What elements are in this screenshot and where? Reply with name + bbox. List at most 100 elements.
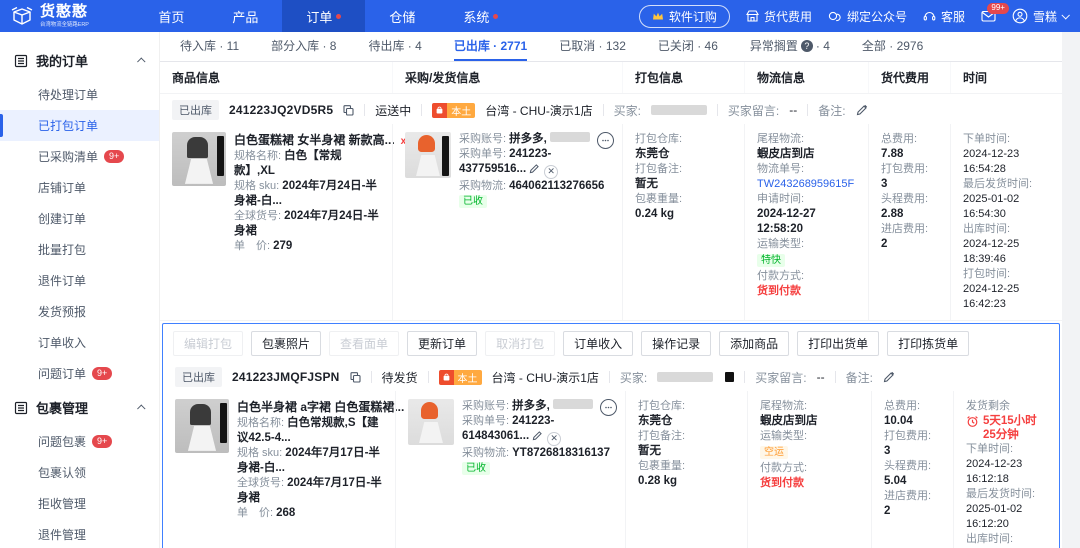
nav-menu-item[interactable]: 产品 (208, 0, 282, 32)
sidebar-item[interactable]: 店铺订单 (0, 172, 159, 203)
sidebar-item[interactable]: 批量打包 (0, 234, 159, 265)
account-blurred (552, 399, 593, 409)
sidebar-item-label: 发货预报 (38, 305, 87, 319)
apply-time: 2024-12-27 12:58:20 (757, 208, 816, 235)
pack-weight: 0.24 kg (635, 208, 674, 220)
software-order-button[interactable]: 软件订购 (638, 4, 730, 28)
last-ship-time: 2025-01-02 16:12:20 (966, 503, 1023, 530)
messages-button[interactable]: 99+ (981, 3, 1009, 22)
last-mile-carrier: 蝦皮店到店 (760, 415, 818, 427)
sidebar-item[interactable]: 订单收入 (0, 327, 159, 358)
order-card-1: 已出库 241223JQ2VD5R5 运送中 本土 台湾 - CHU-演示1店 … (160, 94, 1062, 321)
local-shop-badge: 本土 (432, 102, 476, 118)
nav-menu-item[interactable]: 仓储 (365, 0, 439, 32)
sidebar-item[interactable]: 包裹认领 (0, 457, 159, 488)
sidebar-item[interactable]: 创建订单 (0, 203, 159, 234)
tab-label: 待入库 · 11 (180, 39, 240, 53)
sidebar-item[interactable]: 拒收管理 (0, 488, 159, 519)
toolbar-button[interactable]: 操作记录 (641, 331, 712, 356)
toolbar-button[interactable]: 编辑打包 (173, 331, 244, 356)
received-badge: 已收 (459, 194, 487, 208)
sidebar-item-label: 店铺订单 (38, 181, 87, 195)
purchase-account: 拼多多, (509, 133, 547, 145)
table-header-cell: 时间 (950, 62, 1062, 93)
sidebar-item-label: 退件订单 (38, 274, 87, 288)
first-leg-fee: 5.04 (884, 475, 907, 487)
packing-cell: 打包仓库: 东莞仓 打包备注: 暂无 包裹重量: 0.28 kg (625, 391, 747, 548)
sidebar-section-header[interactable]: 包裹管理 (0, 389, 159, 426)
freight-fee-link[interactable]: 货代费用 (745, 8, 812, 25)
status-tab[interactable]: 已取消 · 132 (559, 32, 626, 61)
nav-menu-item[interactable]: 首页 (134, 0, 208, 32)
purchase-product-image[interactable] (405, 132, 451, 178)
sidebar-item[interactable]: 问题订单 9+ (0, 358, 159, 389)
status-tab[interactable]: 待入库 · 11 (180, 32, 239, 61)
product-image[interactable] (172, 132, 226, 186)
nav-menu-item[interactable]: 系统 (439, 0, 522, 32)
sidebar-item[interactable]: 退件订单 (0, 265, 159, 296)
remark-label: 备注: (845, 370, 873, 385)
toolbar-button[interactable]: 取消打包 (485, 331, 556, 356)
tab-label: 待出库 · 4 (368, 39, 422, 53)
toolbar-button[interactable]: 更新订单 (407, 331, 478, 356)
payment-method: 货到付款 (760, 477, 804, 489)
chevron-up-icon (137, 56, 146, 66)
status-tab[interactable]: 已出库 · 2771 (453, 32, 528, 61)
order-2-toolbar: 编辑打包 包裹照片 查看面单 更新订单 取消打包 订单收入 操作记录 添加商品 … (163, 324, 1059, 361)
tab-label: 异常搁置 (749, 39, 798, 53)
status-tab[interactable]: 全部 · 2976 (862, 32, 923, 61)
user-menu[interactable]: 雪糕 (1012, 8, 1070, 25)
product-cell: 白色蛋糕裙 女半身裙 新款高... x1 规格名称: 白色【常规款】,XL 规格… (160, 124, 416, 320)
toolbar-button[interactable]: 打印出货单 (797, 331, 880, 356)
toolbar-button[interactable]: 打印拣货单 (887, 331, 970, 356)
sidebar-item[interactable]: 已打包订单 (0, 110, 159, 141)
tracking-number-link[interactable]: TW243268959615F (757, 177, 856, 192)
sidebar-section-header[interactable]: 我的订单 (0, 42, 159, 79)
product-title[interactable]: 白色蛋糕裙 女半身裙 新款高... x1 (234, 132, 416, 149)
copy-icon[interactable] (343, 104, 354, 116)
purchase-product-image[interactable] (408, 399, 454, 445)
cloud-chat-icon (828, 11, 842, 22)
avatar-icon (1012, 8, 1028, 24)
remove-purchase-icon[interactable]: ✕ (547, 431, 562, 446)
edit-purchase-icon[interactable] (532, 430, 543, 441)
bind-official-account-link[interactable]: 绑定公众号 (828, 8, 907, 25)
sidebar-item[interactable]: 问题包裹 9+ (0, 426, 159, 457)
product-image[interactable] (175, 399, 229, 453)
tab-label: 已出库 · 2771 (453, 39, 528, 53)
question-circle-icon: ? (800, 39, 813, 52)
last-mile-carrier: 蝦皮店到店 (757, 148, 815, 160)
buyer-blurred-square (725, 372, 735, 382)
edit-remark-icon[interactable] (856, 104, 868, 116)
sidebar-item[interactable]: 发货预报 (0, 296, 159, 327)
message-icon[interactable] (600, 399, 617, 416)
edit-purchase-icon[interactable] (529, 163, 540, 174)
sidebar-item[interactable]: 待处理订单 (0, 79, 159, 110)
app-title: 货憨憨 (40, 2, 89, 20)
toolbar-button[interactable]: 订单收入 (563, 331, 634, 356)
sidebar-item[interactable]: 已采购清单 9+ (0, 141, 159, 172)
customer-service-link[interactable]: 客服 (923, 8, 965, 25)
app-logo: 货憨憨 台湾物流全链路ERP (10, 2, 94, 28)
edit-remark-icon[interactable] (883, 371, 895, 383)
pack-note: 暂无 (638, 445, 661, 457)
toolbar-button[interactable]: 添加商品 (719, 331, 790, 356)
sidebar-section: 我的订单 待处理订单 已打包订单 已采购清单 9+ 店铺订单 创建订单 批量打包… (0, 42, 159, 389)
toolbar-button[interactable]: 包裹照片 (251, 331, 322, 356)
status-tab[interactable]: 待出库 · 4 (368, 32, 421, 61)
shop-name: 台湾 - CHU-演示1店 (491, 370, 599, 385)
toolbar-button[interactable]: 查看面单 (329, 331, 400, 356)
last-ship-time: 2025-01-02 16:54:30 (963, 193, 1020, 220)
sidebar-item[interactable]: 退件管理 (0, 519, 159, 548)
product-title[interactable]: 白色半身裙 a字裙 白色蛋糕裙... x1 (237, 399, 426, 416)
sidebar-section: 包裹管理 问题包裹 9+ 包裹认领 拒收管理 退件管理 (0, 389, 159, 548)
logistics-cell: 尾程物流: 蝦皮店到店 运输类型: 空运 付款方式: 货到付款 (747, 391, 871, 548)
copy-icon[interactable] (349, 371, 361, 383)
status-tab[interactable]: 部分入库 · 8 (271, 32, 336, 61)
status-tab[interactable]: 已关闭 · 46 (658, 32, 718, 61)
nav-menu-item[interactable]: 订单 (282, 0, 366, 32)
message-icon[interactable] (597, 132, 614, 149)
remove-purchase-icon[interactable]: ✕ (544, 164, 559, 179)
status-tab[interactable]: 异常搁置 ? · 4 (750, 32, 830, 61)
table-header-cell: 采购/发货信息 (392, 62, 622, 93)
